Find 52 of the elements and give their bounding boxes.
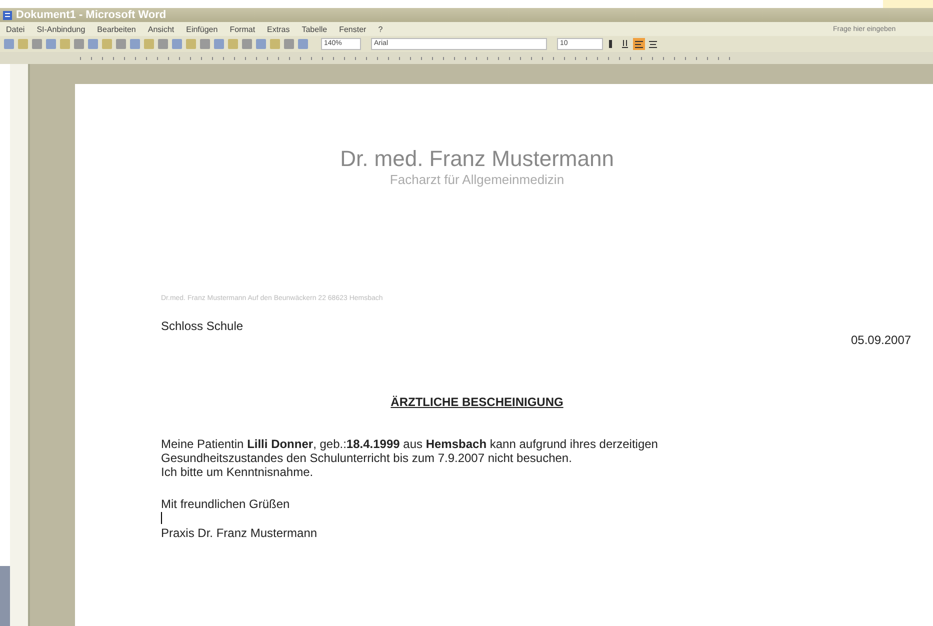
letter-body: Meine Patientin Lilli Donner, geb.:18.4.1999 aus Hemsbach kann aufgrund ihres derzeitigen Gesundheitszustandes den Schulunterricht bis zum 7.9.2007 nicht besuchen. <box>161 437 659 465</box>
recipient: Schloss Schule <box>161 319 244 333</box>
menu-item[interactable]: SI-Anbindung <box>36 24 86 34</box>
toolbar-icon[interactable] <box>213 38 225 50</box>
toolbar-icon[interactable] <box>255 38 267 50</box>
toolbar-icon[interactable] <box>129 38 141 50</box>
menu-item[interactable]: Fenster <box>339 24 366 34</box>
toolbar-icon[interactable] <box>283 38 295 50</box>
toolbar-icon[interactable] <box>45 38 57 50</box>
toolbar-icon[interactable] <box>185 38 197 50</box>
letterhead-subtitle: Facharzt für Allgemeinmedizin <box>388 172 566 187</box>
toolbar-icon[interactable] <box>59 38 71 50</box>
letter-subject: ÄRZTLICHE BESCHEINIGUNG <box>390 395 564 409</box>
toolbar-icon[interactable] <box>73 38 85 50</box>
toolbar-icon[interactable] <box>199 38 211 50</box>
menu-item[interactable]: Format <box>230 24 256 34</box>
underline-icon <box>620 39 630 49</box>
toolbar-icon[interactable] <box>101 38 113 50</box>
toolbar-icon[interactable] <box>171 38 183 50</box>
menu-item[interactable]: Ansicht <box>148 24 174 34</box>
letterhead-name: Dr. med. Franz Mustermann <box>339 146 615 172</box>
photo-placeholder <box>0 566 10 626</box>
menu-item[interactable]: ? <box>378 24 383 34</box>
menu-item[interactable]: Extras <box>267 24 290 34</box>
letter-date: 05.09.2007 <box>851 333 912 347</box>
underline-button[interactable] <box>619 38 631 50</box>
toolbar-icon[interactable] <box>3 38 15 50</box>
align-icon <box>648 39 658 49</box>
letter-request: Ich bitte um Kenntnisnahme. <box>161 465 314 479</box>
toolbar-icon[interactable] <box>241 38 253 50</box>
toolbar-icon[interactable] <box>31 38 43 50</box>
align-icon <box>634 39 644 49</box>
menu-item[interactable]: Bearbeiten <box>97 24 136 34</box>
desktop-patch <box>883 0 933 8</box>
document-icon <box>2 10 13 20</box>
menu-item[interactable]: Datei <box>6 24 25 34</box>
toolbar-icon[interactable] <box>297 38 309 50</box>
text-cursor <box>161 512 162 524</box>
align-left-button[interactable] <box>633 38 645 50</box>
toolbar-icon[interactable] <box>17 38 29 50</box>
letter-signature: Praxis Dr. Franz Mustermann <box>161 526 318 540</box>
window-title: Dokument1 - Microsoft Word <box>16 9 166 21</box>
menu-item[interactable]: Einfügen <box>186 24 218 34</box>
toolbar-icon[interactable] <box>87 38 99 50</box>
toolbar-icon[interactable] <box>269 38 281 50</box>
letter-closing: Mit freundlichen Grüßen <box>161 497 290 511</box>
menu-item[interactable]: Tabelle <box>302 24 328 34</box>
toolbar-icon[interactable] <box>143 38 155 50</box>
toolbar-icon[interactable] <box>115 38 127 50</box>
toolbar-icon[interactable] <box>157 38 169 50</box>
align-center-button[interactable] <box>647 38 659 50</box>
toolbar-icon[interactable] <box>227 38 239 50</box>
